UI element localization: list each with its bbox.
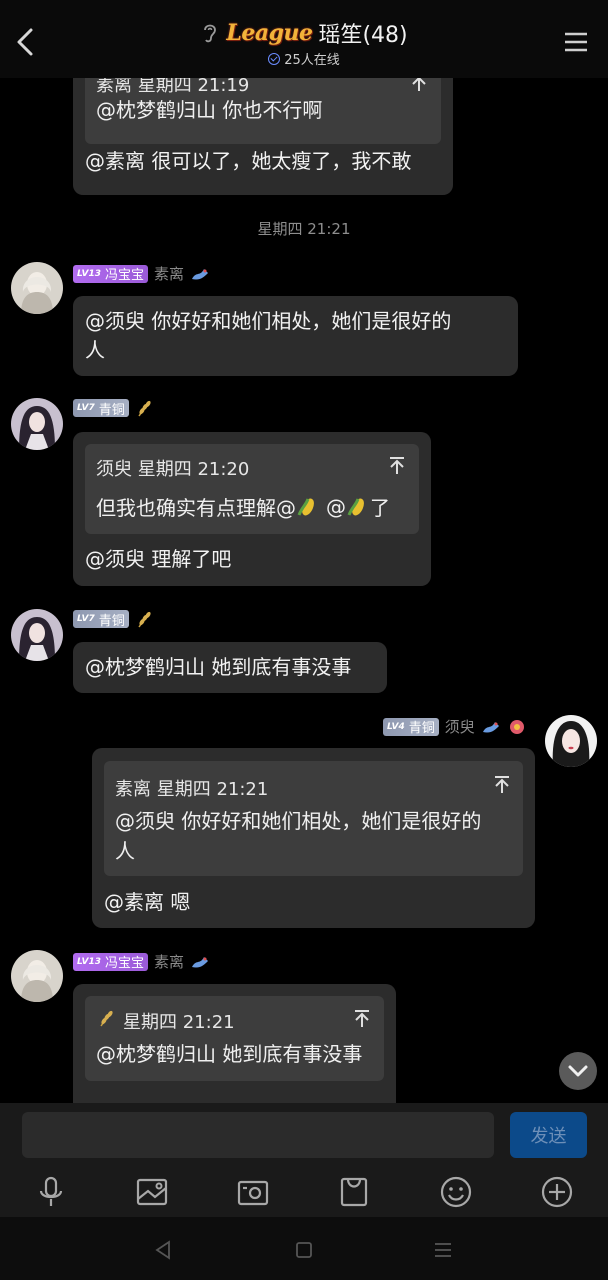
corn-emoji-icon — [297, 497, 314, 516]
avatar[interactable] — [11, 609, 63, 661]
quote-header: 星期四 21:21 — [123, 1012, 235, 1033]
menu-icon[interactable] — [564, 30, 588, 54]
my-avatar[interactable] — [545, 715, 597, 767]
level-badge: LV7 青铜 — [73, 399, 129, 418]
quote-text: @须臾 你好好和她们相处，她们是很好的 — [115, 809, 482, 833]
league-badge: League — [226, 20, 313, 46]
message-input[interactable] — [22, 1112, 494, 1158]
plus-icon[interactable] — [540, 1175, 574, 1209]
message-bubble[interactable]: 素离 星期四 21:19 @枕梦鹤归山 你也不行啊 @素离 很可以了，她太瘦了，… — [73, 78, 453, 195]
avatar[interactable] — [11, 950, 63, 1002]
message-text: @素离 很可以了，她太瘦了，我不敢 — [85, 149, 412, 173]
nav-home-icon[interactable] — [293, 1239, 315, 1261]
dragon-icon — [482, 721, 499, 733]
send-button[interactable]: 发送 — [510, 1112, 587, 1158]
image-icon[interactable] — [135, 1175, 169, 1209]
online-check-icon — [268, 52, 281, 65]
sender-meta: LV7 青铜 — [73, 399, 155, 418]
level-badge: LV7 青铜 — [73, 610, 129, 629]
jump-to-top-icon[interactable] — [389, 457, 405, 475]
scroll-to-bottom-button[interactable] — [559, 1052, 597, 1090]
message-bubble[interactable]: 须臾 星期四 21:20 但我也确实有点理解@ @ 了 @须臾 理解了吧 — [73, 432, 431, 586]
sender-nickname: 素离 — [154, 953, 185, 971]
quote-text-continued: 人 — [115, 839, 135, 863]
camera-icon[interactable] — [236, 1175, 270, 1209]
message-bubble[interactable]: @须臾 你好好和她们相处，她们是很好的 人 — [73, 296, 518, 376]
microphone-icon[interactable] — [34, 1175, 68, 1209]
message-bubble[interactable]: @枕梦鹤归山 她到底有事没事 — [73, 642, 387, 693]
message-bubble[interactable]: 星期四 21:21 @枕梦鹤归山 她到底有事没事 — [73, 984, 396, 1103]
message-input-bar: 发送 — [0, 1103, 608, 1167]
quote-text: @枕梦鹤归山 她到底有事没事 — [96, 1042, 363, 1066]
corn-emoji-icon — [347, 497, 364, 516]
quote-text: 但我也确实有点理解@ — [96, 496, 296, 520]
message-bubble[interactable]: 素离 星期四 21:21 @须臾 你好好和她们相处，她们是很好的 人 @素离 嗯 — [92, 748, 535, 928]
jump-to-top-icon[interactable] — [411, 78, 427, 92]
sender-nickname: 素离 — [154, 265, 185, 283]
message-text-continued: 人 — [85, 338, 105, 362]
quote-header: 须臾 星期四 21:20 — [96, 459, 250, 480]
wheat-icon — [138, 611, 151, 628]
emoji-icon[interactable] — [439, 1175, 473, 1209]
avatar[interactable] — [11, 398, 63, 450]
level-badge: LV13 冯宝宝 — [73, 952, 149, 971]
quoted-message[interactable]: 星期四 21:21 @枕梦鹤归山 她到底有事没事 — [85, 996, 384, 1081]
bag-icon[interactable] — [337, 1175, 371, 1209]
dragon-icon — [192, 268, 209, 280]
nav-menu-icon[interactable] — [432, 1239, 454, 1261]
jump-to-top-icon[interactable] — [494, 776, 510, 794]
quoted-message[interactable]: 素离 星期四 21:19 @枕梦鹤归山 你也不行啊 — [85, 78, 441, 144]
flower-icon — [509, 719, 524, 734]
sender-nickname: 须臾 — [444, 718, 475, 736]
input-toolbar — [0, 1167, 608, 1217]
quote-text: 了 — [370, 496, 390, 520]
header-title-area[interactable]: League 瑶笙(48) 25人在线 — [0, 18, 608, 68]
nav-back-icon[interactable] — [152, 1239, 174, 1261]
quote-text: @枕梦鹤归山 你也不行啊 — [96, 98, 323, 122]
message-text: @素离 嗯 — [104, 890, 191, 914]
chevron-down-icon — [568, 1065, 588, 1077]
ear-icon — [204, 24, 217, 43]
chat-messages[interactable]: 素离 星期四 21:19 @枕梦鹤归山 你也不行啊 @素离 很可以了，她太瘦了，… — [0, 78, 608, 1103]
quote-text: @ — [326, 494, 346, 519]
wheat-icon — [100, 1010, 113, 1027]
sender-meta: LV13 冯宝宝 素离 — [73, 951, 210, 972]
quoted-message[interactable]: 须臾 星期四 21:20 但我也确实有点理解@ @ 了 — [85, 444, 419, 534]
chat-header: League 瑶笙(48) 25人在线 — [0, 0, 608, 78]
avatar[interactable] — [11, 262, 63, 314]
message-text: @须臾 理解了吧 — [85, 547, 232, 571]
system-nav-bar — [0, 1217, 608, 1280]
sender-meta: LV7 青铜 — [73, 610, 155, 629]
level-badge: LV13 冯宝宝 — [73, 264, 149, 283]
sender-meta: LV13 冯宝宝 素离 — [73, 263, 210, 284]
time-divider: 星期四 21:21 — [257, 220, 351, 238]
level-badge: LV4 青铜 — [383, 717, 439, 736]
wheat-icon — [138, 400, 151, 417]
sender-meta: LV4 青铜 须臾 — [383, 716, 527, 737]
online-count: 25人在线 — [284, 53, 340, 68]
message-text: @枕梦鹤归山 她到底有事没事 — [85, 655, 352, 679]
quote-header: 素离 星期四 21:21 — [115, 779, 269, 800]
group-title: 瑶笙(48) — [318, 23, 408, 48]
jump-to-top-icon[interactable] — [354, 1010, 370, 1028]
message-text: @须臾 你好好和她们相处，她们是很好的 — [85, 309, 452, 333]
dragon-icon — [192, 956, 209, 968]
quoted-message[interactable]: 素离 星期四 21:21 @须臾 你好好和她们相处，她们是很好的 人 — [104, 761, 523, 876]
